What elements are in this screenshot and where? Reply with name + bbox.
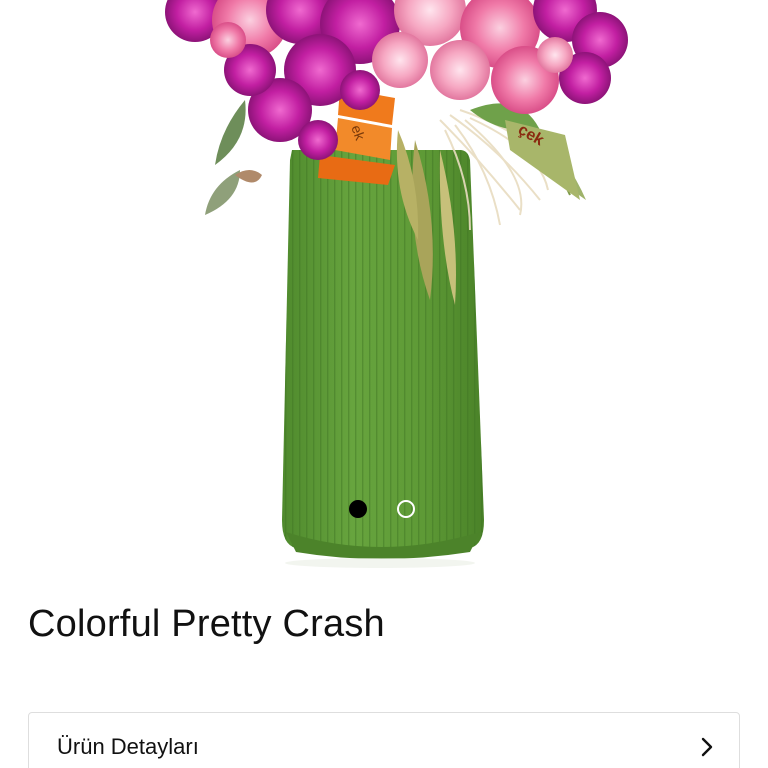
product-details-label: Ürün Detayları (57, 734, 199, 759)
product-image-gallery[interactable]: ek çek (0, 0, 768, 580)
carousel-dot-1[interactable] (349, 500, 367, 518)
carousel-indicator (349, 500, 415, 518)
product-title: Colorful Pretty Crash (28, 603, 385, 645)
tag: çek (505, 120, 580, 200)
product-details-row[interactable]: Ürün Detayları (28, 712, 740, 768)
carousel-dot-2[interactable] (397, 500, 415, 518)
product-image: ek çek (165, 0, 628, 568)
product-page: ek çek Colorful Pretty Crash Ürün Detayl… (0, 0, 768, 768)
chevron-right-icon (701, 737, 713, 757)
